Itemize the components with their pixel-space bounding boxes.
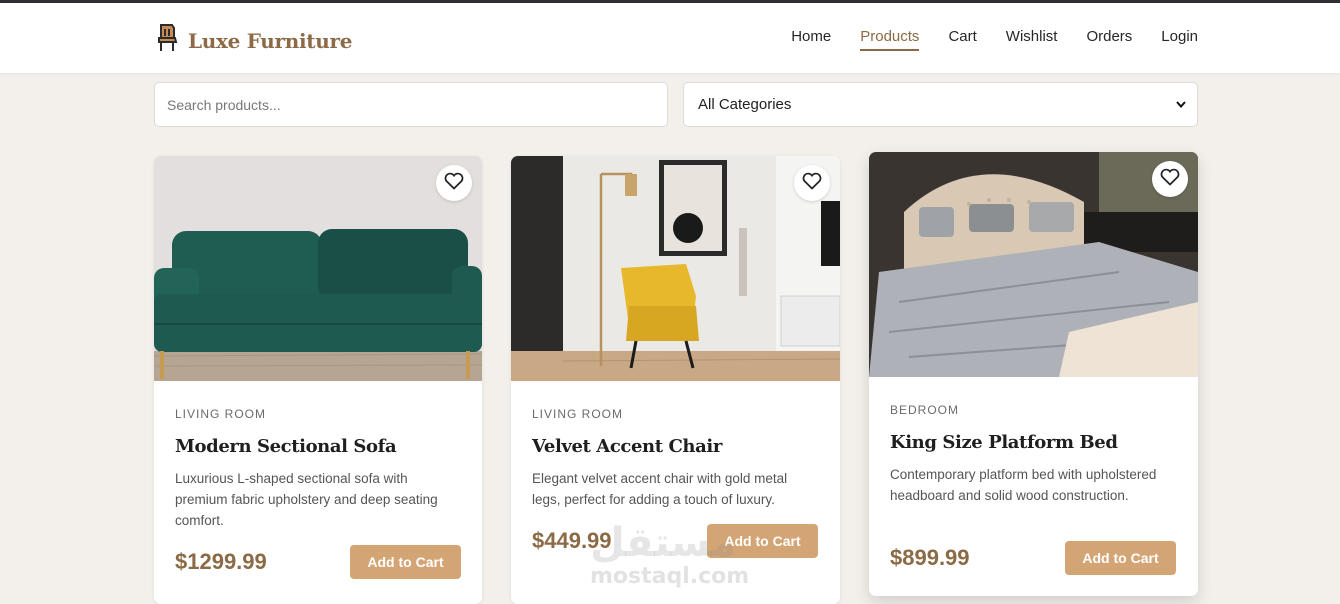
product-card[interactable]: BEDROOM King Size Platform Bed Contempor… [869, 152, 1198, 596]
product-title[interactable]: Modern Sectional Sofa [175, 436, 397, 457]
search-input[interactable] [154, 82, 668, 127]
product-category: BEDROOM [890, 403, 960, 417]
nav-wishlist[interactable]: Wishlist [1006, 28, 1058, 51]
product-price: $899.99 [890, 545, 970, 570]
nav-cart[interactable]: Cart [948, 28, 976, 51]
nav-orders[interactable]: Orders [1086, 28, 1132, 51]
product-description: Luxurious L-shaped sectional sofa with p… [175, 471, 438, 528]
add-to-cart-button[interactable]: Add to Cart [350, 545, 461, 579]
product-title[interactable]: Velvet Accent Chair [532, 436, 722, 457]
chevron-down-icon [1175, 98, 1187, 116]
add-to-cart-button[interactable]: Add to Cart [707, 524, 818, 558]
product-price: $449.99 [532, 528, 612, 553]
product-card[interactable]: LIVING ROOM Modern Sectional Sofa Luxuri… [154, 156, 482, 604]
product-description: Elegant velvet accent chair with gold me… [532, 471, 788, 507]
wishlist-heart-button[interactable] [794, 165, 830, 201]
nav-login[interactable]: Login [1161, 28, 1198, 51]
product-image-sofa[interactable] [154, 156, 482, 381]
nav-products[interactable]: Products [860, 28, 920, 51]
category-select[interactable]: All Categories [683, 82, 1198, 127]
category-select-value: All Categories [698, 96, 792, 113]
site-header: Luxe Furniture Home Products Cart Wishli… [0, 3, 1340, 73]
brand-logo[interactable]: Luxe Furniture [155, 23, 352, 58]
product-image-bed[interactable] [869, 152, 1198, 377]
add-to-cart-button[interactable]: Add to Cart [1065, 541, 1176, 575]
product-description: Contemporary platform bed with upholster… [890, 467, 1157, 503]
main-nav: Home Products Cart Wishlist Orders Login [791, 28, 1198, 51]
brand-name: Luxe Furniture [188, 28, 353, 53]
heart-icon [444, 172, 464, 195]
wishlist-heart-button[interactable] [436, 165, 472, 201]
product-image-chair[interactable] [511, 156, 840, 381]
heart-icon [802, 172, 822, 195]
product-title[interactable]: King Size Platform Bed [890, 432, 1118, 453]
heart-icon [1160, 168, 1180, 191]
nav-home[interactable]: Home [791, 28, 831, 51]
product-card[interactable]: LIVING ROOM Velvet Accent Chair Elegant … [511, 156, 840, 604]
product-price: $1299.99 [175, 549, 267, 574]
chair-icon [155, 23, 179, 58]
wishlist-heart-button[interactable] [1152, 161, 1188, 197]
product-category: LIVING ROOM [532, 407, 624, 421]
product-category: LIVING ROOM [175, 407, 267, 421]
